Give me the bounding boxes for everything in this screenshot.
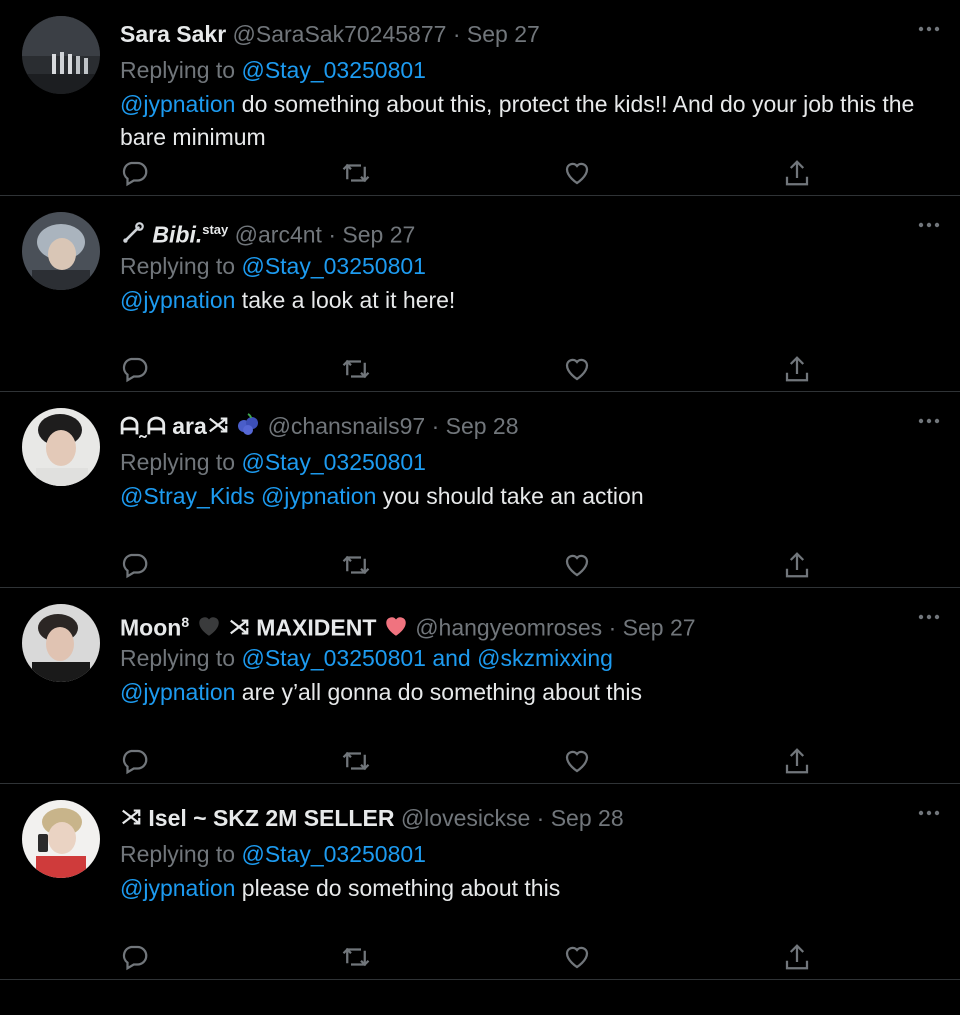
avatar[interactable] [22, 212, 100, 290]
reply-icon[interactable] [120, 550, 150, 580]
display-name[interactable]: Sara Sakr [120, 21, 226, 47]
timestamp[interactable]: · Sep 27 [453, 21, 540, 47]
mention-link[interactable]: @Stray_Kids @jypnation [120, 483, 376, 509]
mention-link[interactable]: @jypnation [120, 287, 235, 313]
like-icon[interactable] [562, 942, 592, 972]
display-name[interactable]: Moon [120, 615, 181, 641]
tweet-text: @jypnation take a look at it here! [120, 284, 942, 317]
replying-to: Replying to @Stay_03250801 [120, 446, 426, 478]
more-options-icon[interactable] [916, 604, 942, 630]
replying-to-label: Replying to [120, 645, 236, 671]
timestamp[interactable]: · Sep 27 [328, 222, 415, 248]
tweet[interactable]: Sara Sakr @SaraSak70245877 · Sep 27 Repl… [0, 0, 960, 196]
like-icon[interactable] [562, 550, 592, 580]
replying-to-label: Replying to [120, 253, 236, 279]
reply-to-link[interactable]: @Stay_03250801 [241, 57, 426, 83]
reply-icon[interactable] [120, 746, 150, 776]
like-icon[interactable] [562, 158, 592, 188]
share-icon[interactable] [782, 746, 812, 776]
reply-to-link[interactable]: @Stay_03250801 and @skzmixxing [241, 645, 612, 671]
mention-link[interactable]: @jypnation [120, 679, 235, 705]
tweet-body-text: you should take an action [376, 483, 644, 509]
handle[interactable]: @hangyeomroses [415, 615, 602, 641]
retweet-icon[interactable] [341, 746, 371, 776]
tweet[interactable]: Isel ~ SKZ 2M SELLER @lovesickse · Sep 2… [0, 784, 960, 980]
retweet-icon[interactable] [341, 550, 371, 580]
tweet[interactable]: ᗩ˷ᗩ ara @chansnails97 · Sep 28 Replying … [0, 392, 960, 588]
timestamp[interactable]: · Sep 28 [537, 805, 624, 831]
share-icon[interactable] [782, 158, 812, 188]
like-icon[interactable] [562, 354, 592, 384]
tweet-body-text: take a look at it here! [235, 287, 456, 313]
display-name-prefix: ᗩ˷ᗩ [120, 413, 166, 439]
reply-icon[interactable] [120, 158, 150, 188]
tweet-text: @jypnation do something about this, prot… [120, 88, 942, 154]
tweet-header: ᗩ˷ᗩ ara @chansnails97 · Sep 28 [120, 410, 900, 442]
replying-to: Replying to @Stay_03250801 [120, 250, 426, 282]
display-name-superscript: 8 [181, 614, 190, 630]
tweet-header: Moon8 MAXIDENT @hangyeomroses · Sep 27 [120, 606, 900, 641]
reply-to-link[interactable]: @Stay_03250801 [241, 841, 426, 867]
more-options-icon[interactable] [916, 800, 942, 826]
replying-to-label: Replying to [120, 57, 236, 83]
timestamp[interactable]: · Sep 27 [609, 615, 696, 641]
avatar[interactable] [22, 800, 100, 878]
tweet[interactable]: Bibi.stay @arc4nt · Sep 27 Replying to @… [0, 196, 960, 392]
tweet[interactable]: Moon8 MAXIDENT @hangyeomroses · Sep 27 R… [0, 588, 960, 784]
reply-to-link[interactable]: @Stay_03250801 [241, 449, 426, 475]
shuffle-icon [228, 614, 250, 646]
reply-to-link[interactable]: @Stay_03250801 [241, 253, 426, 279]
tweet-header: Isel ~ SKZ 2M SELLER @lovesickse · Sep 2… [120, 802, 900, 834]
handle[interactable]: @chansnails97 [268, 413, 426, 439]
tweet-header: Sara Sakr @SaraSak70245877 · Sep 27 [120, 18, 900, 50]
display-name-superscript: stay [202, 222, 229, 237]
replying-to: Replying to @Stay_03250801 [120, 54, 426, 86]
avatar[interactable] [22, 16, 100, 94]
like-icon[interactable] [562, 746, 592, 776]
retweet-icon[interactable] [341, 942, 371, 972]
replying-to-label: Replying to [120, 449, 236, 475]
shuffle-icon [120, 804, 142, 836]
replying-to-label: Replying to [120, 841, 236, 867]
mention-link[interactable]: @jypnation [120, 91, 235, 117]
share-icon[interactable] [782, 942, 812, 972]
replying-to: Replying to @Stay_03250801 and @skzmixxi… [120, 642, 613, 674]
share-icon[interactable] [782, 550, 812, 580]
safety-pin-icon [120, 220, 146, 254]
tweet-body-text: do something about this, protect the kid… [120, 91, 915, 150]
reply-icon[interactable] [120, 942, 150, 972]
tweet-text: @jypnation are y’all gonna do something … [120, 676, 942, 709]
retweet-icon[interactable] [341, 354, 371, 384]
display-name-suffix[interactable]: MAXIDENT [256, 615, 376, 641]
avatar[interactable] [22, 408, 100, 486]
avatar[interactable] [22, 604, 100, 682]
handle[interactable]: @SaraSak70245877 [233, 21, 447, 47]
shuffle-icon [207, 412, 229, 444]
display-name[interactable]: Bibi. [152, 222, 202, 248]
share-icon[interactable] [782, 354, 812, 384]
display-name[interactable]: ara [172, 413, 207, 439]
tweet-body-text: please do something about this [235, 875, 561, 901]
timestamp[interactable]: · Sep 28 [432, 413, 519, 439]
display-name[interactable]: Isel ~ SKZ 2M SELLER [148, 805, 394, 831]
tweet-body-text: are y’all gonna do something about this [235, 679, 643, 705]
blueberries-icon [235, 411, 261, 445]
mention-link[interactable]: @jypnation [120, 875, 235, 901]
handle[interactable]: @arc4nt [235, 222, 322, 248]
tweet-text: @Stray_Kids @jypnation you should take a… [120, 480, 942, 513]
reply-icon[interactable] [120, 354, 150, 384]
more-options-icon[interactable] [916, 16, 942, 42]
handle[interactable]: @lovesickse [401, 805, 530, 831]
tweet-header: Bibi.stay @arc4nt · Sep 27 [120, 214, 900, 248]
more-options-icon[interactable] [916, 408, 942, 434]
retweet-icon[interactable] [341, 158, 371, 188]
replying-to: Replying to @Stay_03250801 [120, 838, 426, 870]
more-options-icon[interactable] [916, 212, 942, 238]
tweet-text: @jypnation please do something about thi… [120, 872, 942, 905]
